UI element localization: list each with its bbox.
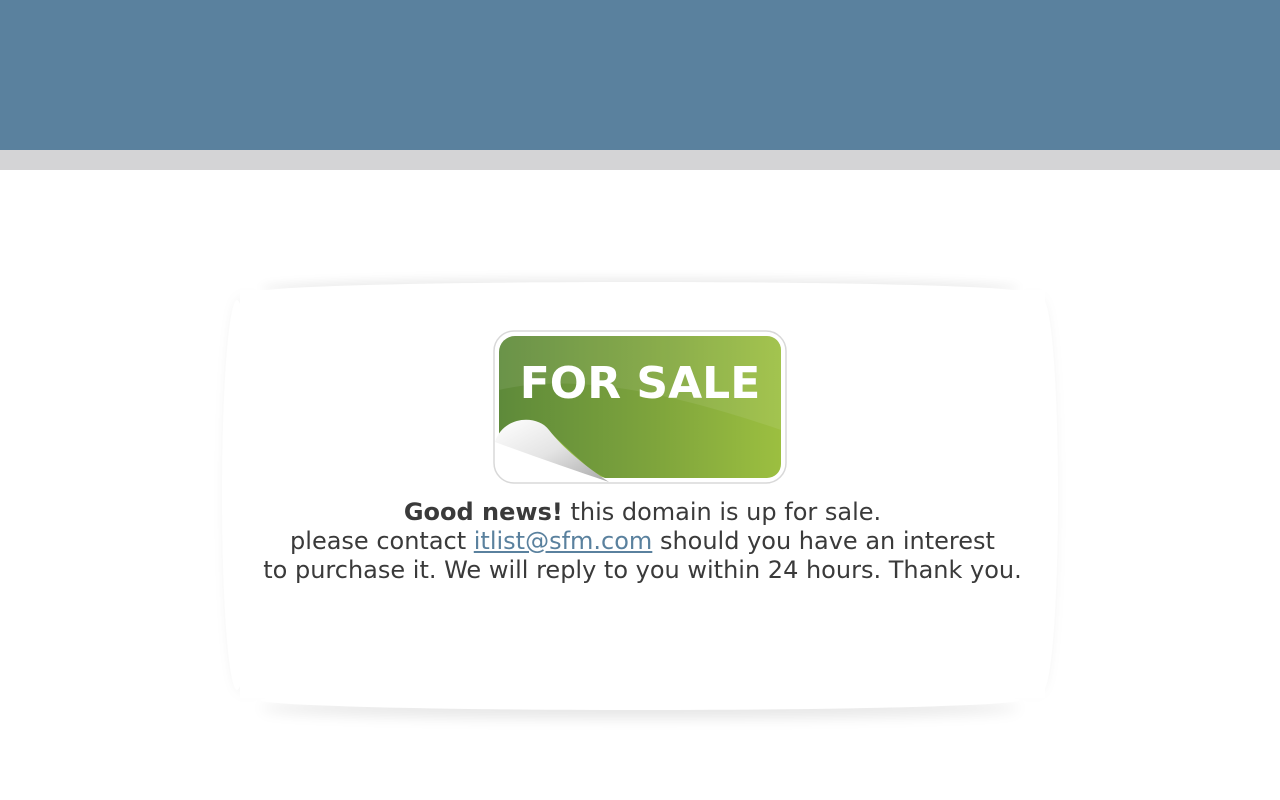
- contact-suffix-text: should you have an interest: [652, 527, 995, 555]
- sticker-text: FOR SALE: [520, 358, 761, 409]
- message-line-3: to purchase it. We will reply to you wit…: [263, 556, 1022, 584]
- for-sale-sticker-icon: FOR SALE: [493, 330, 787, 484]
- contact-prefix-text: please contact: [290, 527, 474, 555]
- header-band: [0, 0, 1280, 150]
- for-sale-card: FOR SALE Good news! this domain is up fo…: [240, 290, 1045, 698]
- headline-rest-text: this domain is up for sale.: [562, 498, 882, 526]
- sale-message: Good news! this domain is up for sale. p…: [240, 498, 1045, 585]
- header-stripe: [0, 150, 1280, 170]
- good-news-text: Good news!: [403, 498, 563, 526]
- message-line-2: please contact itlist@sfm.com should you…: [240, 527, 1045, 556]
- message-line-1: Good news! this domain is up for sale.: [240, 498, 1045, 527]
- contact-email-link[interactable]: itlist@sfm.com: [474, 527, 653, 555]
